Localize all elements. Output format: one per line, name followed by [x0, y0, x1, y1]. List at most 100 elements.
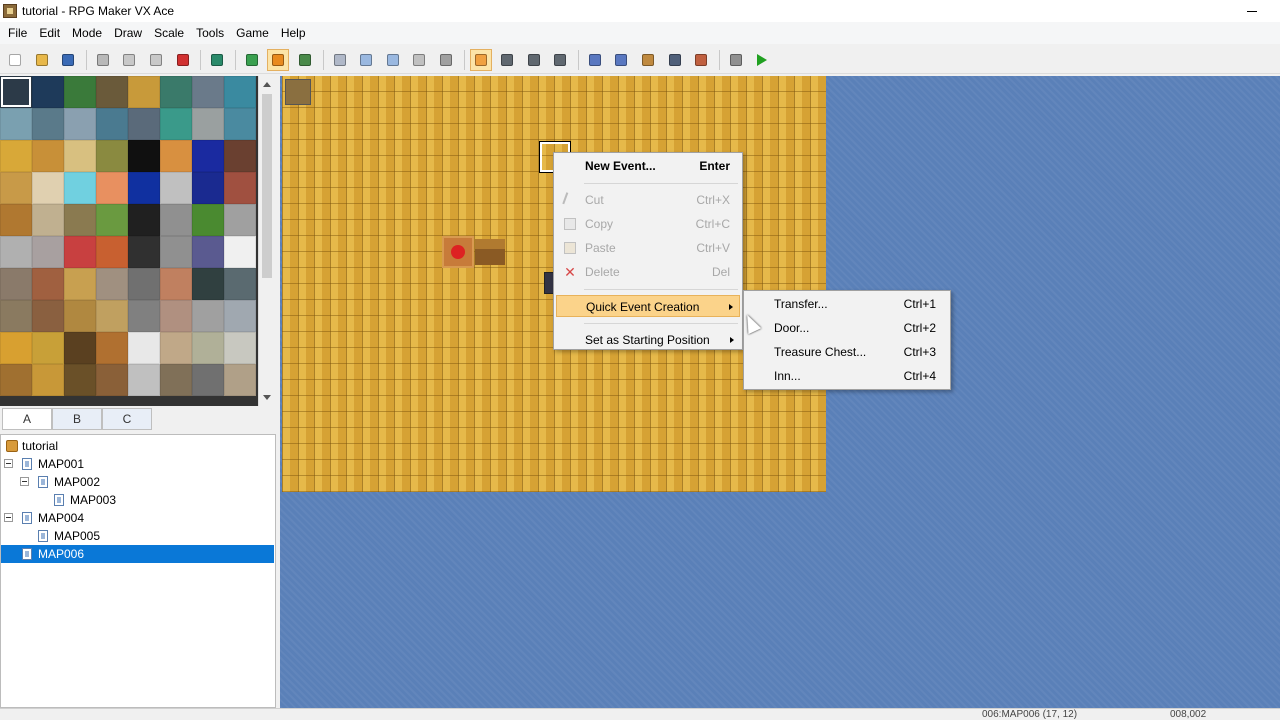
tile[interactable]: [192, 236, 224, 268]
tile[interactable]: [192, 140, 224, 172]
tile[interactable]: [128, 364, 160, 396]
menu-mode[interactable]: Mode: [66, 22, 108, 44]
tile[interactable]: [128, 236, 160, 268]
options-button[interactable]: [725, 49, 747, 71]
database-button[interactable]: [584, 49, 606, 71]
tile[interactable]: [128, 108, 160, 140]
tile[interactable]: [96, 204, 128, 236]
chest-tile[interactable]: [475, 239, 505, 265]
tile[interactable]: [96, 172, 128, 204]
tile[interactable]: [64, 76, 96, 108]
menu-help[interactable]: Help: [275, 22, 312, 44]
scroll-down-icon[interactable]: [263, 395, 271, 400]
tile[interactable]: [64, 140, 96, 172]
scale-1-2-button[interactable]: [496, 49, 518, 71]
map-mode-button[interactable]: [241, 49, 263, 71]
tile[interactable]: [160, 140, 192, 172]
tile[interactable]: [96, 364, 128, 396]
tree-item-map004[interactable]: MAP004: [1, 509, 261, 527]
submenu-item-inn[interactable]: Inn... Ctrl+4: [746, 364, 948, 388]
tile[interactable]: [64, 236, 96, 268]
tile[interactable]: [0, 236, 32, 268]
tile[interactable]: [0, 108, 32, 140]
tile[interactable]: [0, 300, 32, 332]
tile[interactable]: [32, 332, 64, 364]
resource-manager-button[interactable]: [610, 49, 632, 71]
menu-item-paste[interactable]: Paste Ctrl+V: [556, 237, 740, 259]
tree-item-map005[interactable]: MAP005: [1, 527, 261, 545]
tree-item-map001[interactable]: MAP001: [1, 455, 261, 473]
tab-c[interactable]: C: [102, 408, 152, 430]
tile[interactable]: [192, 204, 224, 236]
script-editor-button[interactable]: [637, 49, 659, 71]
map-canvas[interactable]: [280, 76, 1280, 708]
tile[interactable]: [32, 364, 64, 396]
submenu-item-door[interactable]: Door... Ctrl+2: [746, 316, 948, 340]
paste-button[interactable]: [145, 49, 167, 71]
tile[interactable]: [96, 76, 128, 108]
menu-game[interactable]: Game: [230, 22, 275, 44]
fill-button[interactable]: [408, 49, 430, 71]
playtest-button[interactable]: [751, 49, 773, 71]
tile[interactable]: [64, 172, 96, 204]
menu-item-set-as-starting-position[interactable]: Set as Starting Position: [556, 329, 740, 351]
tile[interactable]: [32, 172, 64, 204]
region-mode-button[interactable]: [294, 49, 316, 71]
tile[interactable]: [128, 140, 160, 172]
tree-item-tutorial[interactable]: tutorial: [1, 437, 261, 455]
scroll-up-icon[interactable]: [263, 82, 271, 87]
tile[interactable]: [128, 268, 160, 300]
tile[interactable]: [160, 236, 192, 268]
pencil-button[interactable]: [329, 49, 351, 71]
event-mode-button[interactable]: [267, 48, 290, 71]
menu-draw[interactable]: Draw: [108, 22, 148, 44]
tile[interactable]: [192, 108, 224, 140]
tile[interactable]: [160, 108, 192, 140]
tile[interactable]: [128, 76, 160, 108]
tile[interactable]: [96, 268, 128, 300]
tile[interactable]: [96, 300, 128, 332]
tile[interactable]: [192, 76, 224, 108]
rug-tile[interactable]: [442, 236, 474, 268]
minimize-button[interactable]: [1244, 3, 1260, 19]
tile[interactable]: [192, 172, 224, 204]
tile[interactable]: [224, 364, 256, 396]
tile[interactable]: [32, 108, 64, 140]
tile[interactable]: [96, 332, 128, 364]
menu-item-cut[interactable]: Cut Ctrl+X: [556, 189, 740, 211]
tile[interactable]: [224, 268, 256, 300]
scroll-thumb[interactable]: [262, 94, 272, 278]
shadow-pen-button[interactable]: [435, 49, 457, 71]
tile[interactable]: [224, 76, 256, 108]
tile[interactable]: [128, 172, 160, 204]
tile[interactable]: [160, 204, 192, 236]
tile[interactable]: [32, 236, 64, 268]
tile[interactable]: [224, 332, 256, 364]
delete-button[interactable]: [172, 49, 194, 71]
scale-1-8-button[interactable]: [549, 49, 571, 71]
tree-item-map002[interactable]: MAP002: [1, 473, 261, 491]
tile[interactable]: [192, 364, 224, 396]
tile[interactable]: [160, 332, 192, 364]
tile[interactable]: [192, 300, 224, 332]
tile[interactable]: [0, 140, 32, 172]
tile[interactable]: [0, 268, 32, 300]
tileset-scrollbar[interactable]: [258, 76, 274, 406]
tile[interactable]: [224, 236, 256, 268]
tile[interactable]: [160, 268, 192, 300]
tile[interactable]: [32, 140, 64, 172]
tab-a[interactable]: A: [2, 408, 52, 430]
scale-1-1-button[interactable]: [469, 48, 492, 71]
menu-item-copy[interactable]: Copy Ctrl+C: [556, 213, 740, 235]
save-project-button[interactable]: [57, 49, 79, 71]
map-tree[interactable]: tutorial MAP001 MAP002 MAP003 MAP004 MAP005 MA…: [0, 434, 276, 708]
tile[interactable]: [160, 300, 192, 332]
submenu-item-treasure-chest[interactable]: Treasure Chest... Ctrl+3: [746, 340, 948, 364]
tile[interactable]: [224, 172, 256, 204]
tile[interactable]: [32, 204, 64, 236]
menu-edit[interactable]: Edit: [33, 22, 66, 44]
tree-item-map006[interactable]: MAP006: [1, 545, 274, 563]
tile[interactable]: [160, 76, 192, 108]
new-project-button[interactable]: [4, 49, 26, 71]
collapse-icon[interactable]: [4, 459, 13, 468]
